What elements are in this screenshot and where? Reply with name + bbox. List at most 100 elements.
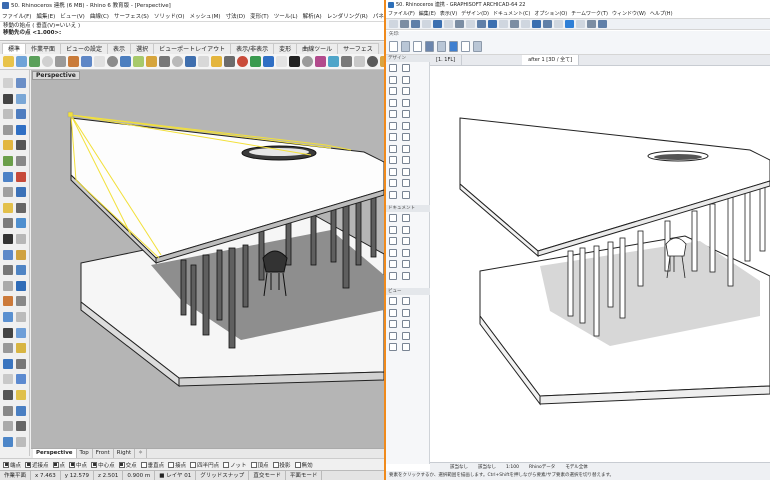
toolbox-tool-icon[interactable]: [402, 308, 410, 317]
toolbox-tool-icon[interactable]: [402, 156, 410, 164]
toolbox-tool-icon[interactable]: [402, 87, 410, 95]
osnap-checkbox[interactable]: 四半円点: [190, 461, 219, 469]
archicad-menu-item[interactable]: ドキュメント(C): [493, 10, 530, 17]
ac-info-icon[interactable]: [413, 40, 422, 52]
toolbar-tool-icon[interactable]: [68, 56, 79, 67]
sidebar-tool-icon[interactable]: [16, 280, 26, 291]
sidebar-tool-icon[interactable]: [16, 249, 26, 260]
viewport-tab[interactable]: Front: [93, 449, 114, 458]
toolbox-tool-icon[interactable]: [389, 237, 397, 245]
sidebar-tool-icon[interactable]: [16, 234, 26, 244]
toolbox-tool-icon[interactable]: [389, 331, 397, 340]
rhino-menu-item[interactable]: ツール(L): [274, 12, 298, 20]
checkbox-box[interactable]: [140, 461, 147, 468]
toolbox-tool-icon[interactable]: [402, 260, 410, 268]
toolbox-tool-icon[interactable]: [389, 260, 397, 268]
rhino-menu-item[interactable]: 寸法(D): [226, 12, 246, 20]
toolbox-tool-icon[interactable]: [389, 248, 397, 257]
sidebar-tool-icon[interactable]: [3, 249, 13, 260]
toolbox-tool-icon[interactable]: [389, 121, 397, 130]
toolbox-tool-icon[interactable]: [389, 308, 397, 317]
toolbox-tool-icon[interactable]: [402, 271, 410, 280]
toolbox-tool-icon[interactable]: [389, 225, 397, 234]
sidebar-tool-icon[interactable]: [3, 343, 13, 354]
rhino-toolbar-tab[interactable]: ビューの設定: [60, 43, 109, 54]
rhino-menu-item[interactable]: パネル(P): [373, 12, 384, 20]
sidebar-tool-icon[interactable]: [3, 171, 13, 182]
archicad-view-tab[interactable]: [1. 1FL]: [430, 55, 463, 65]
checkbox-box[interactable]: [190, 461, 197, 468]
toolbar-tool-icon[interactable]: [107, 56, 118, 67]
toolbar-tool-icon[interactable]: [315, 56, 326, 67]
rhino-toolbar-tab[interactable]: 標準: [2, 43, 27, 54]
ac-toolbar-icon[interactable]: [587, 20, 596, 28]
rhino-menu-item[interactable]: 編集(E): [36, 12, 55, 20]
viewport-tab[interactable]: Right: [114, 449, 136, 458]
ac-bottom-left[interactable]: 該当なし: [450, 464, 468, 470]
toolbar-tool-icon[interactable]: [185, 56, 196, 67]
ac-toolbar-icon[interactable]: [422, 20, 431, 28]
rhino-menu-item[interactable]: サーフェス(S): [114, 12, 149, 20]
sidebar-tool-icon[interactable]: [3, 436, 13, 447]
sidebar-tool-icon[interactable]: [3, 78, 13, 88]
osnap-checkbox[interactable]: 頂点: [250, 461, 269, 469]
viewport-tab[interactable]: ✧: [135, 449, 147, 458]
toolbar-tool-icon[interactable]: [146, 56, 157, 67]
checkbox-box[interactable]: [52, 461, 59, 468]
rhino-menu-item[interactable]: レンダリング(R): [327, 12, 368, 20]
ac-toolbar-icon[interactable]: [411, 20, 420, 28]
rhino-toolbar-tab[interactable]: ビューポートレイアウト: [153, 43, 232, 54]
sidebar-tool-icon[interactable]: [16, 93, 26, 104]
rhino-menu-item[interactable]: メッシュ(M): [190, 12, 221, 20]
ac-toolbar-icon[interactable]: [455, 20, 464, 28]
checkbox-box[interactable]: [272, 461, 279, 468]
ac-bottom-model[interactable]: モデル全体: [565, 464, 588, 470]
sidebar-tool-icon[interactable]: [3, 312, 13, 322]
ac-info-icon[interactable]: [473, 40, 482, 52]
rhino-menu-item[interactable]: ファイル(F): [2, 12, 31, 20]
rhino-toolbar-tab[interactable]: サーフェス: [337, 43, 379, 54]
ac-toolbar-icon[interactable]: [576, 20, 585, 28]
osnap-checkbox[interactable]: 中心点: [91, 461, 115, 469]
sidebar-tool-icon[interactable]: [3, 187, 13, 198]
sidebar-tool-icon[interactable]: [3, 405, 13, 416]
archicad-menu-item[interactable]: チームワーク(T): [571, 10, 608, 17]
selection-grip[interactable]: [67, 111, 74, 118]
osnap-checkbox[interactable]: 交点: [118, 461, 137, 469]
sidebar-tool-icon[interactable]: [3, 390, 13, 400]
ac-bottom-data[interactable]: Rhinoデータ: [529, 464, 555, 470]
sidebar-tool-icon[interactable]: [3, 374, 13, 385]
toolbar-tool-icon[interactable]: [3, 56, 14, 67]
toolbox-tool-icon[interactable]: [402, 179, 410, 187]
sidebar-tool-icon[interactable]: [3, 358, 13, 369]
toolbar-tool-icon[interactable]: [367, 56, 378, 67]
sidebar-tool-icon[interactable]: [16, 405, 26, 416]
sidebar-tool-icon[interactable]: [16, 296, 26, 307]
sidebar-tool-icon[interactable]: [3, 109, 13, 120]
sidebar-tool-icon[interactable]: [16, 109, 26, 120]
toolbox-section-header[interactable]: デザイン: [386, 55, 430, 62]
ac-toolbar-icon[interactable]: [466, 20, 475, 28]
toolbar-tool-icon[interactable]: [198, 56, 209, 67]
rhino-toolbar-tab[interactable]: 作業平面: [25, 43, 62, 54]
ac-toolbar-icon[interactable]: [400, 20, 409, 28]
toolbox-tool-icon[interactable]: [389, 167, 397, 176]
toolbar-tool-icon[interactable]: [224, 56, 235, 67]
toolbox-tool-icon[interactable]: [402, 248, 410, 257]
toolbox-tool-icon[interactable]: [389, 144, 397, 153]
ac-toolbar-icon[interactable]: [543, 20, 552, 28]
rhino-toolbar-tab[interactable]: 表示: [107, 43, 132, 54]
toolbox-tool-icon[interactable]: [389, 87, 397, 95]
sidebar-tool-icon[interactable]: [3, 218, 13, 229]
sidebar-tool-icon[interactable]: [3, 234, 13, 244]
status-grid-snap[interactable]: グリッドスナップ: [196, 471, 250, 480]
toolbox-tool-icon[interactable]: [389, 190, 397, 199]
sidebar-tool-icon[interactable]: [16, 436, 26, 447]
toolbar-tool-icon[interactable]: [81, 56, 92, 67]
ac-toolbar-icon[interactable]: [598, 20, 607, 28]
toolbar-tool-icon[interactable]: [328, 56, 339, 67]
toolbar-tool-icon[interactable]: [42, 56, 53, 67]
status-ortho[interactable]: 直交モード: [249, 471, 286, 480]
sidebar-tool-icon[interactable]: [16, 374, 26, 385]
sidebar-tool-icon[interactable]: [3, 93, 13, 104]
